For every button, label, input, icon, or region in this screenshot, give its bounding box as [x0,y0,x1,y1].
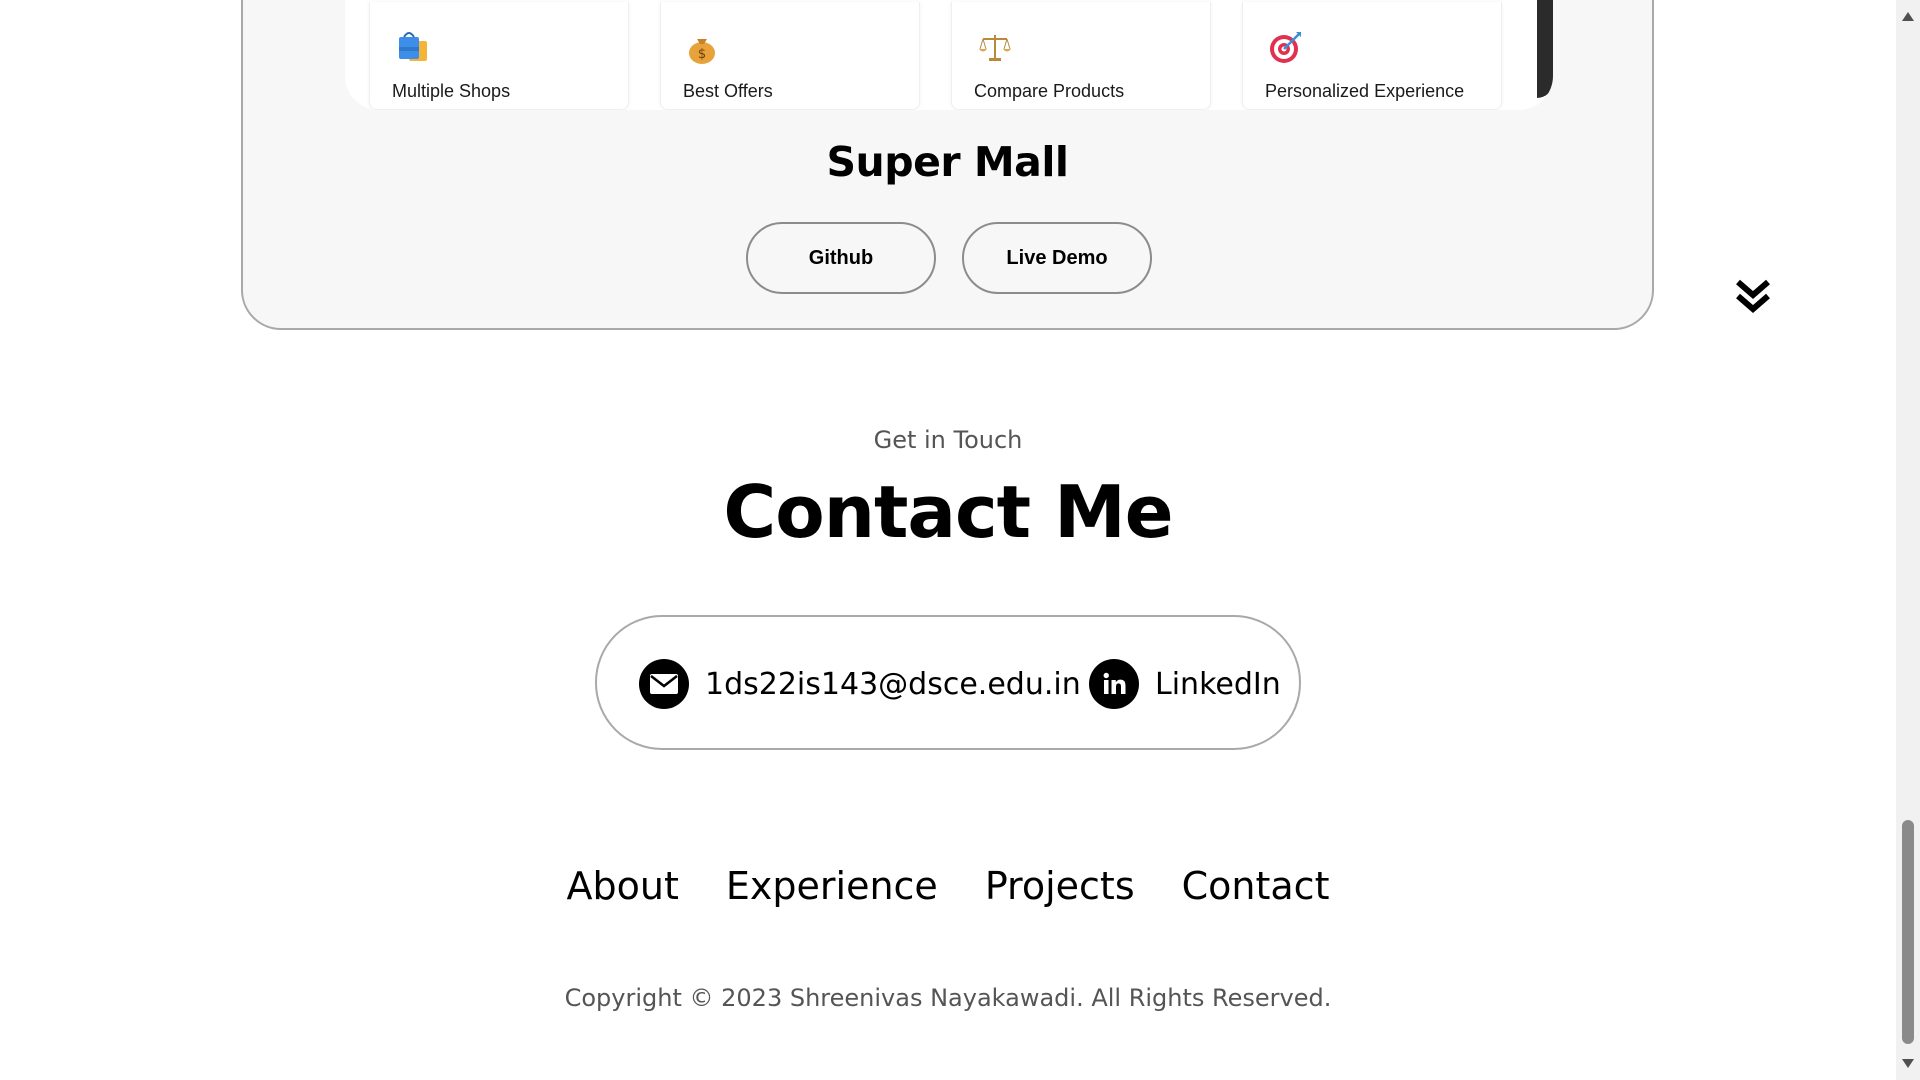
footer-link-contact[interactable]: Contact [1182,864,1330,908]
feature-tile-personalized-experience: Personalized Experience [1242,2,1502,110]
feature-label: Multiple Shops [392,81,511,101]
preview-device-edge [1537,0,1553,98]
contact-info-box: 1ds22is143@dsce.edu.in LinkedIn [595,615,1301,750]
linkedin-link[interactable]: LinkedIn [1089,659,1281,709]
money-bag-icon: $ [689,39,715,64]
footer-nav: About Experience Projects Contact [0,864,1896,908]
feature-tile-best-offers: $ Best Offers [660,2,920,110]
email-link[interactable]: 1ds22is143@dsce.edu.in [639,659,1081,709]
github-button[interactable]: Github [746,222,936,294]
scroll-down-arrow-icon[interactable] [1902,1059,1914,1068]
vertical-scrollbar[interactable] [1896,0,1920,1080]
project-title: Super Mall [826,138,1069,186]
scrollbar-thumb[interactable] [1902,820,1914,1044]
footer-link-experience[interactable]: Experience [726,864,938,908]
target-icon [1270,32,1301,63]
contact-title: Contact Me [723,470,1173,554]
project-card: Multiple Shops $ Best Offers Compare Pro… [241,0,1654,330]
live-demo-button[interactable]: Live Demo [962,222,1152,294]
feature-label: Compare Products [974,81,1125,101]
shopping-bags-icon [399,32,427,61]
scroll-up-arrow-icon[interactable] [1902,12,1914,21]
footer-link-projects[interactable]: Projects [985,864,1135,908]
balance-scale-icon [979,35,1011,61]
feature-tile-compare-products: Compare Products [951,2,1211,110]
email-icon [639,659,689,709]
contact-subtitle: Get in Touch [873,426,1023,454]
footer-link-about[interactable]: About [567,864,679,908]
feature-label: Personalized Experience [1265,81,1465,101]
feature-label: Best Offers [683,81,773,101]
double-chevron-down-icon[interactable] [1733,278,1773,318]
email-address: 1ds22is143@dsce.edu.in [705,666,1081,702]
copyright-text: Copyright © 2023 Shreenivas Nayakawadi. … [564,984,1332,1012]
svg-text:$: $ [698,47,706,62]
project-preview-image: Multiple Shops $ Best Offers Compare Pro… [345,0,1553,110]
linkedin-label: LinkedIn [1155,666,1281,702]
linkedin-icon [1089,659,1139,709]
feature-tile-multiple-shops: Multiple Shops [369,2,629,110]
portfolio-page: Multiple Shops $ Best Offers Compare Pro… [0,0,1920,1080]
